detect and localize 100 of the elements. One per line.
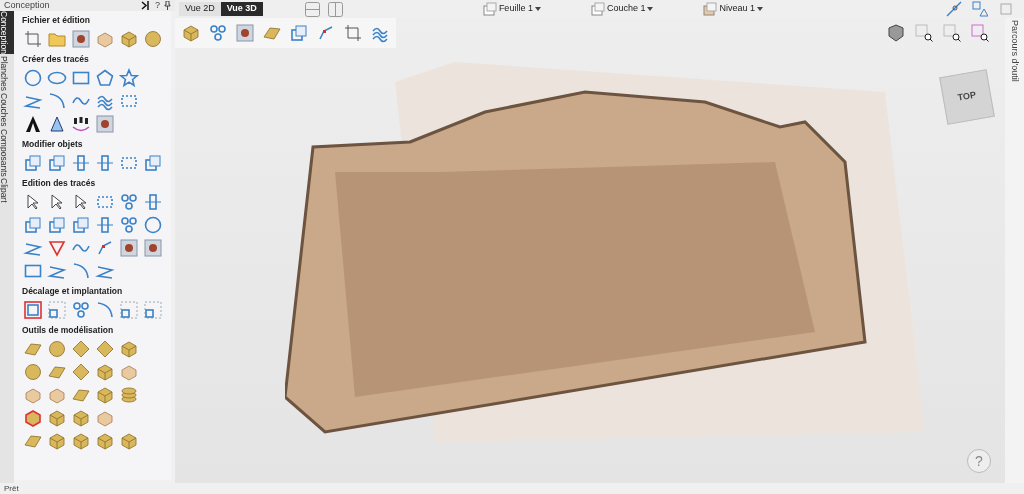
stack-icon [119,385,139,405]
help-button[interactable]: ? [155,1,160,10]
arc-icon [47,91,67,111]
crop-tool-button[interactable] [22,28,44,50]
render-icon[interactable] [887,24,905,42]
sphere-tool-button[interactable] [46,338,68,360]
cube-icon [119,29,139,49]
pin-icon[interactable] [164,1,171,10]
array-icon [143,300,163,320]
shapes-icon[interactable] [972,1,988,17]
bitmap-tool-button[interactable] [70,28,92,50]
shapes-tool-button[interactable] [70,299,92,321]
zoom-selection-icon[interactable] [915,24,933,42]
bitmap-tool-button[interactable] [142,237,164,259]
cube-icon [47,431,67,451]
cube-icon [95,362,115,382]
align-tool-button[interactable] [70,152,92,174]
cube-icon [95,385,115,405]
text-on-curve-icon [71,114,91,134]
section-title: Edition des tracés [22,177,97,190]
zoom-page-icon[interactable] [943,24,961,42]
pyramid-icon [71,362,91,382]
align-icon [71,153,91,173]
split-horizontal-icon[interactable] [304,1,320,17]
snap-icon[interactable] [946,1,962,17]
array-tool-button[interactable] [118,299,140,321]
outlined-cube-tool-button[interactable] [22,407,44,429]
3d-viewport[interactable]: TOP ? [175,18,1005,483]
crop-icon [23,29,43,49]
shapes-icon [71,300,91,320]
bitmap-icon [95,114,115,134]
transform-tool-button[interactable] [46,152,68,174]
cube-icon [95,431,115,451]
section-title: Modifier objets [22,138,84,151]
circle-icon [23,68,43,88]
transform-icon [71,215,91,235]
circle-tool-button[interactable] [142,214,164,236]
align-icon [95,153,115,173]
section-title: Décalage et implantation [22,285,124,298]
view-cube[interactable]: TOP [939,69,995,125]
layer-dropdown[interactable]: Niveau 1 [703,2,763,16]
pyramid-tool-button[interactable] [94,338,116,360]
pentagon-tool-button[interactable] [94,67,116,89]
transform-icon [143,153,163,173]
status-text: Prêt [4,484,19,493]
caret-icon [647,7,654,11]
shapes-icon [119,215,139,235]
sphere-tool-button[interactable] [22,361,44,383]
star-tool-button[interactable] [118,67,140,89]
pyramid-tool-button[interactable] [70,338,92,360]
triangle-icon [47,238,67,258]
zoom-extents-icon[interactable] [971,24,989,42]
bitmap-tool-button[interactable] [118,237,140,259]
split-vertical-icon[interactable] [327,1,343,17]
transform-icon [47,215,67,235]
arc-icon [95,300,115,320]
section-title: Fichier et édition [22,14,91,27]
cube-icon [119,339,139,359]
transform-icon [289,23,309,43]
align-icon [95,215,115,235]
offset-icon [23,300,43,320]
align-tool-button[interactable] [94,214,116,236]
transform-tool-button[interactable] [142,152,164,174]
shapes-tool-button[interactable] [118,191,140,213]
pyramid-icon [95,339,115,359]
cube-icon [119,431,139,451]
text-effect-icon [47,114,67,134]
section-title: Outils de modélisation [22,324,115,337]
sphere-icon [23,362,43,382]
array-tool-button[interactable] [142,299,164,321]
crop-icon [343,23,363,43]
dock-icon[interactable] [141,1,151,10]
array-tool-button[interactable] [46,299,68,321]
outlined-cube-icon [23,408,43,428]
shapes-tool-button[interactable] [118,214,140,236]
bitmap-icon [71,29,91,49]
circle-tool-button[interactable] [22,67,44,89]
sphere-tool-button[interactable] [142,28,164,50]
cube-icon [71,408,91,428]
side-tab[interactable]: Parcours d'outil [1007,20,1022,82]
layer-dropdown[interactable]: Feuille 1 [482,2,541,16]
transform-tool-button[interactable] [22,152,44,174]
view-tab[interactable]: Vue 3D [220,2,263,16]
pyramid-icon [71,339,91,359]
align-tool-button[interactable] [94,152,116,174]
pyramid-tool-button[interactable] [70,361,92,383]
transform-icon [23,153,43,173]
view-tab[interactable]: Vue 2D [179,2,221,16]
bitmap-tool-button[interactable] [94,113,116,135]
shapes-icon [208,23,228,43]
align-icon [143,192,163,212]
offset-tool-button[interactable] [22,299,44,321]
shapes-icon [119,192,139,212]
panel-title: Conception [4,1,50,10]
transform-icon [47,153,67,173]
section-title: Créer des tracés [22,53,90,66]
bitmap-icon [119,238,139,258]
layer-dropdown[interactable]: Couche 1 [590,2,654,16]
arc-icon [71,261,91,281]
align-tool-button[interactable] [142,191,164,213]
